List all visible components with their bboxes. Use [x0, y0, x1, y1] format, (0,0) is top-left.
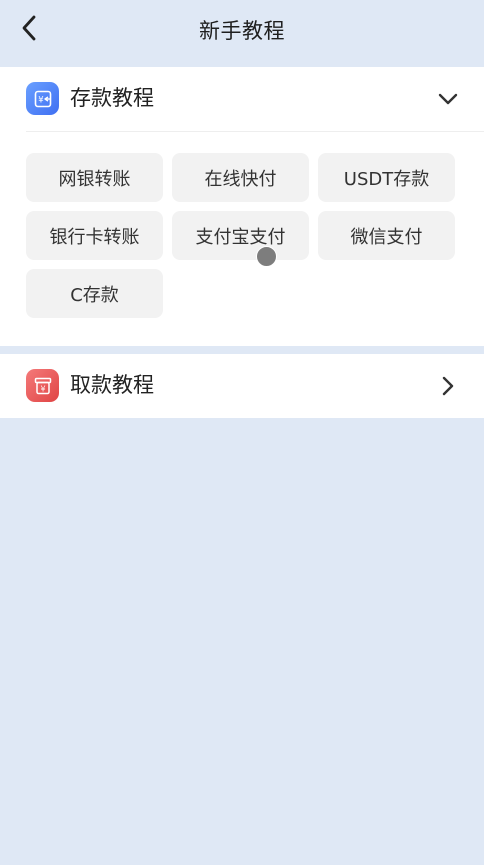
deposit-icon: ¥ — [26, 82, 59, 115]
page-title: 新手教程 — [199, 19, 285, 43]
withdraw-section-header[interactable]: ¥ 取款教程 — [0, 354, 484, 418]
deposit-method-bank-card[interactable]: 银行卡转账 — [26, 211, 163, 260]
deposit-section-label: 存款教程 — [70, 86, 154, 110]
touch-indicator — [256, 246, 277, 267]
back-button[interactable] — [14, 14, 46, 46]
deposit-method-quick-pay[interactable]: 在线快付 — [172, 153, 309, 202]
svg-text:¥: ¥ — [40, 384, 45, 393]
deposit-method-alipay[interactable]: 支付宝支付 — [172, 211, 309, 260]
deposit-tutorial-section: ¥ 存款教程 网银转账 在线快付 USDT存款 银行卡转账 支付宝支付 微信支付… — [0, 67, 484, 346]
deposit-method-usdt[interactable]: USDT存款 — [318, 153, 455, 202]
app-screen: 新手教程 ¥ 存款教程 网银转账 在线快付 USDT存款 银行卡转账 支付宝支付… — [0, 0, 484, 865]
deposit-method-c[interactable]: C存款 — [26, 269, 163, 318]
svg-text:¥: ¥ — [38, 95, 44, 105]
deposit-section-header[interactable]: ¥ 存款教程 — [0, 67, 484, 131]
section-divider — [26, 131, 484, 132]
deposit-method-wechat[interactable]: 微信支付 — [318, 211, 455, 260]
withdraw-tutorial-section: ¥ 取款教程 — [0, 354, 484, 418]
chevron-right-icon — [436, 374, 460, 398]
chevron-down-icon — [436, 87, 460, 111]
top-bar: 新手教程 — [0, 0, 484, 60]
withdraw-icon: ¥ — [26, 369, 59, 402]
withdraw-section-label: 取款教程 — [70, 373, 154, 397]
deposit-method-online-banking[interactable]: 网银转账 — [26, 153, 163, 202]
chevron-left-icon — [19, 14, 41, 46]
